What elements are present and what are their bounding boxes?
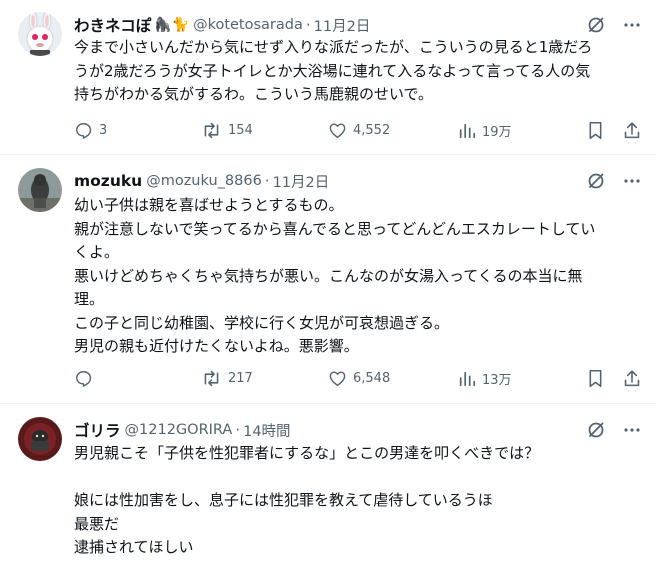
action-bar: 3 154 4,552 19万 bbox=[74, 121, 644, 143]
separator: · bbox=[264, 172, 270, 190]
display-name[interactable]: わきネコぽ bbox=[74, 14, 151, 36]
tweet-text-line: くよ。 bbox=[74, 243, 120, 261]
timestamp[interactable]: 11月2日 bbox=[273, 171, 330, 192]
reply-icon bbox=[76, 123, 92, 139]
views-count: 19万 bbox=[482, 125, 512, 140]
tweet-header: わきネコぽ 🦍🐈 @kotetosarada · 11月2日 bbox=[74, 14, 370, 36]
more-options-icon[interactable] bbox=[622, 15, 642, 35]
views-button[interactable]: 13万 bbox=[458, 369, 512, 388]
share-button[interactable] bbox=[623, 121, 641, 140]
tweet-text-line: 持ちがわかる気がするわ。こういう馬鹿親のせいで。 bbox=[74, 85, 433, 103]
like-button[interactable]: 6,548 bbox=[328, 369, 390, 388]
tweet-text-line: 男児親こそ「子供を性犯罪者にするな」とこの男達を叩くべきでは？ bbox=[74, 444, 540, 462]
tweet-text: 男児親こそ「子供を性犯罪者にするな」とこの男達を叩くべきでは？ 娘には性加害をし… bbox=[74, 442, 640, 560]
views-icon bbox=[459, 371, 476, 386]
tweet[interactable]: mozuku @mozuku_8866 · 11月2日 幼い子供は親を喜ばせよう… bbox=[0, 156, 656, 404]
handle[interactable]: @mozuku_8866 bbox=[146, 173, 262, 189]
avatar[interactable] bbox=[18, 417, 62, 461]
tweet-text-line: 娘には性加害をし、息子には性犯罪を教えて虐待しているうほ bbox=[74, 491, 493, 509]
reply-button[interactable] bbox=[74, 369, 99, 388]
tweet-text-line: 逮捕されてほしい bbox=[74, 538, 194, 556]
grok-icon[interactable] bbox=[586, 420, 606, 440]
handle[interactable]: @1212GORIRA bbox=[125, 422, 233, 438]
tweet-text-line: 今まで小さいんだから気にせず入りな派だったが、こういうの見ると1歳だろ bbox=[74, 38, 593, 56]
like-count: 4,552 bbox=[353, 123, 391, 138]
views-icon bbox=[459, 123, 476, 138]
display-name[interactable]: mozuku bbox=[74, 172, 142, 190]
action-bar: 217 6,548 13万 bbox=[74, 369, 644, 391]
repost-button[interactable]: 217 bbox=[201, 369, 253, 388]
reply-icon bbox=[76, 371, 92, 387]
bookmark-icon bbox=[589, 121, 602, 140]
bookmark-button[interactable] bbox=[587, 369, 604, 388]
repost-icon bbox=[204, 122, 219, 139]
handle[interactable]: @kotetosarada bbox=[193, 17, 303, 33]
tweet-text: 幼い子供は親を喜ばせようとするもの。 親が注意しないで笑ってるから喜んでると思っ… bbox=[74, 194, 640, 359]
reply-button[interactable]: 3 bbox=[74, 121, 107, 140]
avatar[interactable] bbox=[18, 12, 62, 56]
share-button[interactable] bbox=[623, 369, 641, 388]
tweet-header: ゴリラ @1212GORIRA · 14時間 bbox=[74, 419, 291, 441]
name-emoji: 🦍🐈 bbox=[154, 17, 190, 33]
bookmark-button[interactable] bbox=[587, 121, 604, 140]
repost-icon bbox=[204, 370, 219, 387]
tweet-text-line: 理。 bbox=[74, 290, 105, 308]
tweet-text-line: うが2歳だろうが女子トイレとか大浴場に連れて入るなよって言ってる人の気 bbox=[74, 61, 591, 80]
share-icon bbox=[624, 122, 640, 139]
display-name[interactable]: ゴリラ bbox=[74, 419, 121, 441]
views-count: 13万 bbox=[482, 373, 512, 388]
more-options-icon[interactable] bbox=[622, 171, 642, 191]
heart-icon bbox=[329, 371, 346, 386]
tweet-text-line: 最悪だ bbox=[74, 514, 120, 533]
tweet-text-line: 男児の親も近付けたくないよね。悪影響。 bbox=[74, 337, 359, 355]
tweet-text-line: 親が注意しないで笑ってるから喜んでると思ってどんどんエスカレートしてい bbox=[74, 219, 596, 238]
separator: · bbox=[305, 16, 311, 34]
tweet[interactable]: ゴリラ @1212GORIRA · 14時間 男児親こそ「子供を性犯罪者にするな… bbox=[0, 405, 656, 570]
bookmark-icon bbox=[589, 369, 602, 388]
timestamp[interactable]: 14時間 bbox=[243, 420, 290, 441]
heart-icon bbox=[329, 123, 346, 138]
tweet-text-line: 幼い子供は親を喜ばせようとするもの。 bbox=[74, 196, 344, 214]
tweet[interactable]: わきネコぽ 🦍🐈 @kotetosarada · 11月2日 今まで小さいんだか… bbox=[0, 0, 656, 155]
views-button[interactable]: 19万 bbox=[458, 121, 512, 140]
tweet-header: mozuku @mozuku_8866 · 11月2日 bbox=[74, 170, 329, 192]
like-count: 6,548 bbox=[353, 371, 391, 386]
tweet-text: 今まで小さいんだから気にせず入りな派だったが、こういうの見ると1歳だろ うが2歳… bbox=[74, 36, 640, 107]
timestamp[interactable]: 11月2日 bbox=[314, 15, 371, 36]
like-button[interactable]: 4,552 bbox=[328, 121, 390, 140]
repost-count: 154 bbox=[228, 123, 253, 138]
repost-count: 217 bbox=[228, 371, 253, 386]
more-options-icon[interactable] bbox=[622, 420, 642, 440]
repost-button[interactable]: 154 bbox=[201, 121, 253, 140]
grok-icon[interactable] bbox=[586, 15, 606, 35]
avatar[interactable] bbox=[18, 168, 62, 212]
grok-icon[interactable] bbox=[586, 171, 606, 191]
tweet-text-line: 悪いけどめちゃくちゃ気持ちが悪い。こんなのが女湯入ってくるの本当に無 bbox=[74, 266, 583, 285]
tweet-text-line: この子と同じ幼稚園、学校に行く女児が可哀想過ぎる。 bbox=[74, 313, 450, 332]
share-icon bbox=[624, 370, 640, 387]
separator: · bbox=[235, 421, 241, 439]
reply-count: 3 bbox=[99, 123, 108, 138]
